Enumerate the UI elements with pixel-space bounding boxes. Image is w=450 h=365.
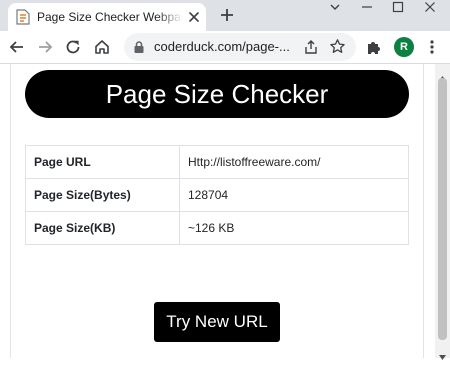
arrow-right-icon[interactable] (36, 38, 54, 56)
puzzle-icon[interactable] (366, 39, 382, 55)
page-url-label: Page URL (25, 145, 180, 179)
page-size-bytes-label: Page Size(Bytes) (25, 178, 180, 212)
scroll-down-arrow-icon[interactable] (439, 347, 446, 360)
arrow-left-icon[interactable] (8, 38, 26, 56)
url-text[interactable]: coderduck.com/page-... (154, 38, 304, 56)
tab-title: Page Size Checker Webpage Size (37, 10, 183, 24)
page-title: Page Size Checker (25, 70, 409, 118)
scroll-up-arrow-icon[interactable] (439, 68, 446, 81)
kebab-menu-icon[interactable] (426, 39, 438, 55)
share-icon[interactable] (303, 39, 319, 55)
page-url-value: Http://listoffreeware.com/ (179, 145, 409, 179)
page-viewport: Page Size Checker Page URL Http://listof… (0, 64, 450, 358)
minimize-icon[interactable] (361, 0, 373, 12)
content-panel: Page Size Checker Page URL Http://listof… (10, 64, 424, 358)
scrollbar-thumb[interactable] (438, 78, 447, 340)
page-size-kb-label: Page Size(KB) (25, 211, 180, 245)
address-bar[interactable]: coderduck.com/page-... (124, 33, 356, 61)
document-scan-icon (16, 9, 30, 25)
chevron-down-icon[interactable] (329, 0, 341, 12)
page-size-kb-value: ~126 KB (179, 211, 409, 245)
home-icon[interactable] (93, 38, 111, 56)
table-row: Page Size(Bytes) 128704 (25, 178, 409, 212)
tab-strip: Page Size Checker Webpage Size (0, 0, 450, 31)
plus-icon[interactable] (218, 6, 236, 24)
lock-icon[interactable] (133, 40, 145, 54)
page-size-bytes-value: 128704 (179, 178, 409, 212)
browser-toolbar: coderduck.com/page-... R (0, 31, 450, 64)
reload-icon[interactable] (64, 38, 82, 56)
maximize-icon[interactable] (392, 0, 404, 13)
results-table: Page URL Http://listoffreeware.com/ Page… (25, 145, 409, 245)
vertical-scrollbar[interactable] (435, 64, 450, 360)
try-new-url-button[interactable]: Try New URL (154, 302, 280, 342)
table-row: Page Size(KB) ~126 KB (25, 211, 409, 245)
browser-tab[interactable]: Page Size Checker Webpage Size (8, 3, 206, 31)
close-icon[interactable] (187, 10, 201, 24)
profile-avatar[interactable]: R (394, 37, 414, 57)
star-icon[interactable] (329, 38, 346, 55)
table-row: Page URL Http://listoffreeware.com/ (25, 145, 409, 179)
window-close-icon[interactable] (424, 0, 436, 12)
